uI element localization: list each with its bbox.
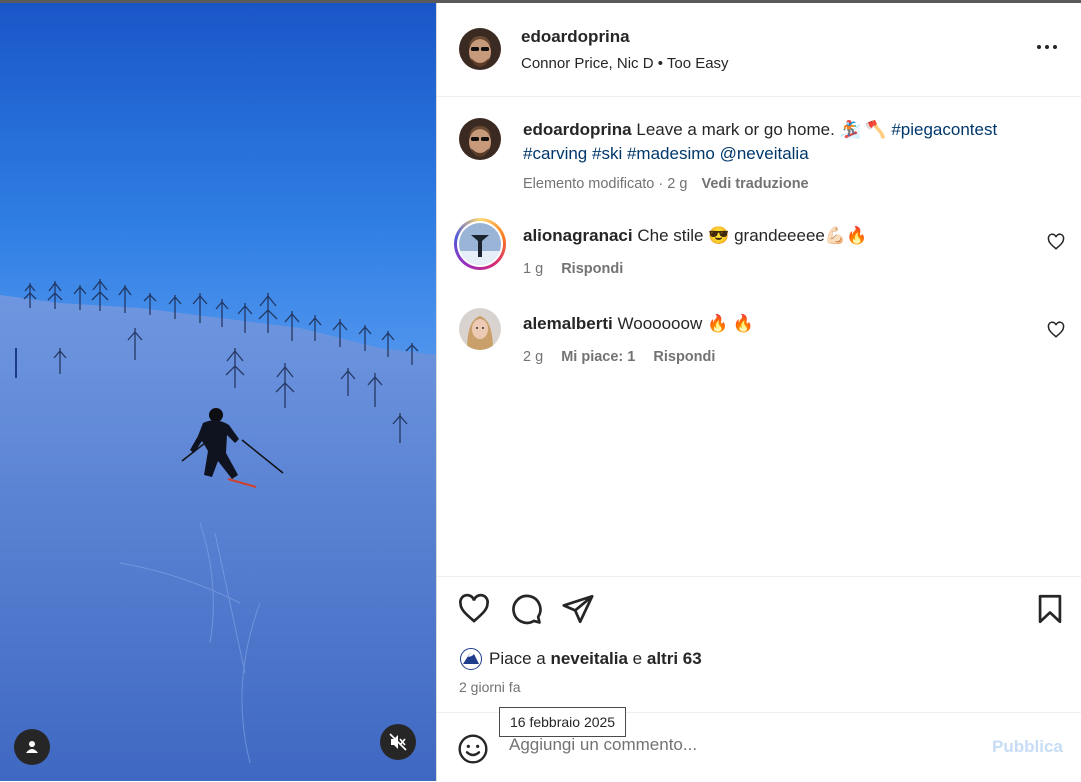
author-username[interactable]: edoardoprina	[521, 27, 630, 47]
comment-time: 1 g	[523, 261, 544, 277]
hashtag-link[interactable]: #carving	[523, 144, 587, 163]
commenter-avatar[interactable]	[459, 308, 501, 350]
hashtag-link[interactable]: #ski	[592, 144, 622, 163]
caption-text: edoardoprina Leave a mark or go home. 🏂 …	[523, 118, 1043, 166]
see-translation-link[interactable]: Vedi traduzione	[701, 176, 808, 192]
comment-username[interactable]: alemalberti	[523, 314, 613, 333]
comment-body: Woooooow 🔥 🔥	[617, 314, 755, 333]
caption-username[interactable]: edoardoprina	[523, 120, 632, 139]
likes-others-count[interactable]: altri 63	[647, 649, 702, 669]
hashtag-link[interactable]: #piegacontest	[891, 120, 997, 139]
comment-text: alionagranaci Che stile 😎 grandeeeee💪🏻🔥	[523, 226, 867, 246]
publish-button[interactable]: Pubblica	[992, 737, 1063, 757]
author-avatar[interactable]	[459, 28, 501, 70]
heart-icon[interactable]	[457, 592, 491, 626]
date-tooltip: 16 febbraio 2025	[499, 707, 627, 737]
smiley-icon[interactable]	[457, 733, 489, 765]
likes-summary[interactable]: Piace a neveitalia e altri 63	[459, 648, 702, 670]
neveitalia-logo-icon	[460, 648, 482, 670]
comment-icon[interactable]	[509, 592, 543, 626]
hashtag-link[interactable]: #madesimo	[627, 144, 715, 163]
post-details-panel: edoardoprina Connor Price, Nic D • Too E…	[437, 3, 1081, 781]
likes-prefix: Piace a	[489, 649, 546, 668]
audio-attribution[interactable]: Connor Price, Nic D • Too Easy	[521, 55, 729, 72]
caption-author-avatar[interactable]	[459, 118, 501, 160]
comment-body: Che stile 😎 grandeeeee💪🏻🔥	[637, 226, 868, 245]
reply-button[interactable]: Rispondi	[653, 349, 715, 365]
ski-scene-image	[0, 3, 437, 781]
more-horizontal-icon	[1037, 45, 1041, 49]
mention-link[interactable]: @neveitalia	[720, 144, 809, 163]
actions-divider	[437, 576, 1081, 578]
comment-like-heart-icon[interactable]	[1047, 233, 1065, 251]
more-options-button[interactable]	[1033, 35, 1061, 59]
likes-joiner: e	[632, 649, 643, 668]
paper-plane-icon[interactable]	[561, 592, 595, 626]
comment-like-heart-icon[interactable]	[1047, 321, 1065, 339]
caption-edited-time: Elemento modificato · 2 g	[523, 176, 688, 192]
reply-button[interactable]: Rispondi	[561, 261, 623, 277]
post-timestamp[interactable]: 2 giorni fa	[459, 679, 520, 695]
caption-meta: Elemento modificato · 2 g Vedi traduzion…	[523, 176, 809, 192]
comment-time: 2 g	[523, 349, 544, 365]
commenter-avatar-story-ring[interactable]	[454, 218, 506, 270]
post-header: edoardoprina Connor Price, Nic D • Too E…	[437, 3, 1081, 97]
mute-toggle-button[interactable]	[380, 724, 416, 760]
bookmark-icon[interactable]	[1033, 592, 1067, 626]
speaker-muted-icon	[389, 733, 407, 751]
comment-likes-count[interactable]: Mi piace: 1	[561, 349, 635, 365]
likes-first-user[interactable]: neveitalia	[550, 649, 628, 669]
post-video[interactable]	[0, 3, 437, 781]
user-tag-icon	[26, 741, 38, 753]
comment-username[interactable]: alionagranaci	[523, 226, 633, 245]
comment-meta: 1 g Rispondi	[523, 261, 623, 277]
comment-meta: 2 g Mi piace: 1 Rispondi	[523, 349, 715, 365]
caption-body: Leave a mark or go home. 🏂 🪓	[636, 120, 887, 139]
add-comment-input[interactable]	[509, 735, 969, 755]
commenter-avatar	[459, 223, 501, 265]
comment-text: alemalberti Woooooow 🔥 🔥	[523, 314, 754, 334]
tagged-users-button[interactable]	[14, 729, 50, 765]
